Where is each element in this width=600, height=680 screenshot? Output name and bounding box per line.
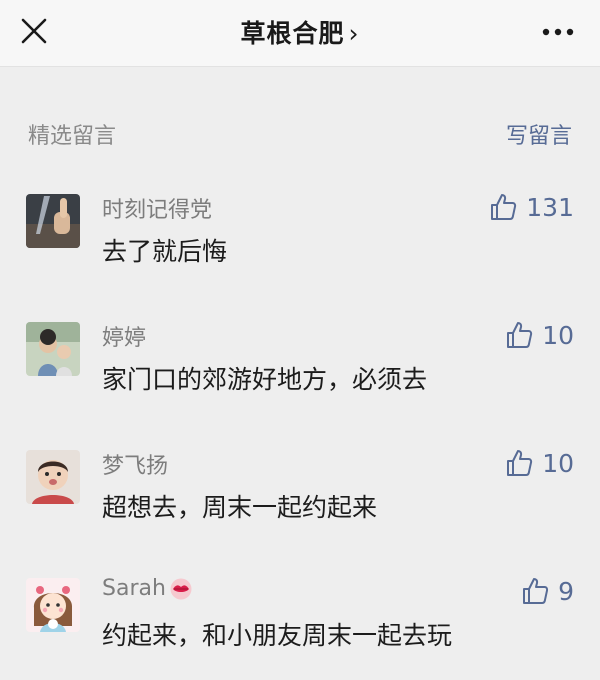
- like-count: 10: [542, 448, 574, 478]
- like-count: 10: [542, 320, 574, 350]
- avatar[interactable]: [26, 322, 80, 376]
- more-button[interactable]: [538, 20, 578, 44]
- comment-item: 梦飞扬 10 超想去，周末一起约起来: [26, 448, 574, 528]
- commenter-name: 时刻记得党: [102, 198, 213, 223]
- section-title: 精选留言: [28, 124, 117, 149]
- comment-text: 约起来，和小朋友周末一起去玩: [102, 621, 453, 650]
- top-bar: 草根合肥 ›: [0, 0, 600, 67]
- comment-item: 婷婷 10 家门口的郊游好地方，必须去: [26, 320, 574, 400]
- like-button[interactable]: 9: [520, 574, 574, 608]
- comment-text: 超想去，周末一起约起来: [102, 493, 378, 522]
- thumbs-up-icon: [507, 322, 533, 348]
- thumbs-up-icon: [507, 450, 533, 476]
- like-button[interactable]: 10: [504, 446, 574, 480]
- avatar[interactable]: [26, 450, 80, 504]
- thumbs-up-icon: [491, 194, 517, 220]
- like-button[interactable]: 131: [488, 190, 574, 224]
- avatar[interactable]: [26, 194, 80, 248]
- comment-text: 家门口的郊游好地方，必须去: [102, 365, 428, 394]
- comment-text: 去了就后悔: [102, 237, 228, 266]
- avatar[interactable]: [26, 578, 80, 632]
- commenter-name: Sarah: [102, 576, 194, 601]
- lips-emoji-icon: [170, 578, 192, 600]
- commenter-name: 梦飞扬: [102, 454, 169, 479]
- commenter-name: 婷婷: [102, 326, 147, 351]
- comment-item: 时刻记得党 131 去了就后悔: [26, 192, 574, 272]
- page-title: 草根合肥: [240, 19, 345, 48]
- like-button[interactable]: 10: [504, 318, 574, 352]
- more-icon: [542, 28, 574, 36]
- comments-header: 精选留言 写留言: [28, 118, 572, 152]
- like-count: 131: [526, 192, 574, 222]
- write-comment-button[interactable]: 写留言: [506, 118, 572, 150]
- thumbs-up-icon: [523, 578, 549, 604]
- like-count: 9: [558, 576, 574, 606]
- chevron-right-icon: ›: [348, 19, 360, 48]
- account-title-link[interactable]: 草根合肥 ›: [0, 14, 600, 50]
- comment-item: Sarah 9 约起来，和小朋友周末一起去玩: [26, 576, 574, 656]
